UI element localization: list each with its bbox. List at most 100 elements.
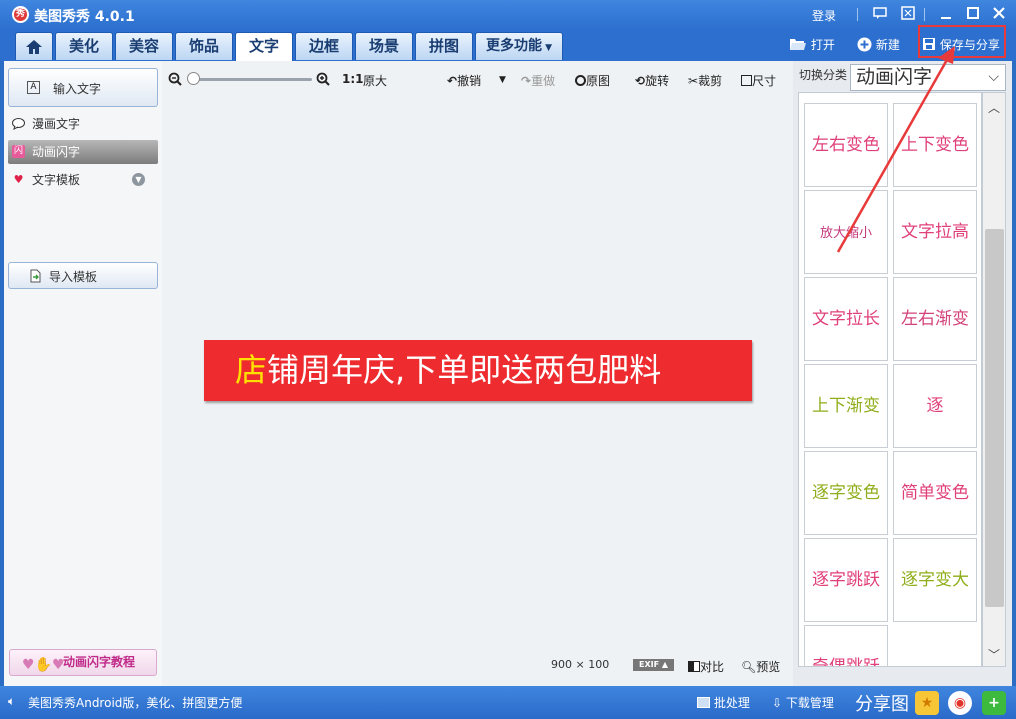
expand-icon[interactable]: ▼ xyxy=(132,173,145,186)
new-label: 新建 xyxy=(875,38,900,52)
effect-tile-label: 逐 xyxy=(926,396,944,416)
preview-button[interactable]: 🔍︎预览 xyxy=(741,658,780,675)
status-bar: 🔈︎ 美图秀秀Android版，美化、拼图更方便 批处理 ⇩ 下载管理 分享图 … xyxy=(0,686,1016,719)
banner-first-char: 店 xyxy=(235,351,268,389)
effect-tile-label: 上下渐变 xyxy=(812,396,880,416)
gallery-scrollbar[interactable]: ︿ ﹀ xyxy=(982,92,1006,667)
redo-icon: ↷ xyxy=(521,74,532,88)
tutorial-label: 动画闪字教程 xyxy=(63,655,136,669)
undo-button[interactable]: ↶撤销 xyxy=(447,72,481,89)
preview-icon: 🔍︎ xyxy=(741,660,757,674)
skin-icon[interactable] xyxy=(900,6,916,22)
compare-button[interactable]: 对比 xyxy=(688,658,724,675)
text-template-item[interactable]: ♥ 文字模板 ▼ xyxy=(8,168,158,192)
anim-text-icon: 闪 xyxy=(12,145,25,158)
effect-tile[interactable]: 逐字变色 xyxy=(804,451,888,535)
effect-tile-label: 左右渐变 xyxy=(901,309,969,329)
effect-tile[interactable]: 左右变色 xyxy=(804,103,888,187)
exif-button[interactable]: EXIF ▲ xyxy=(633,659,674,671)
scroll-up-icon[interactable]: ︿ xyxy=(988,99,1000,116)
comic-text-item[interactable]: 漫画文字 xyxy=(8,112,158,136)
anim-text-tutorial-button[interactable]: ♥︎✋♥︎ 动画闪字教程 xyxy=(9,649,157,676)
comic-text-label: 漫画文字 xyxy=(32,117,81,131)
batch-process-button[interactable]: 批处理 xyxy=(697,694,750,711)
app-logo-icon: 秀 xyxy=(12,6,29,23)
redo-label: 重做 xyxy=(531,74,556,88)
effect-tile[interactable]: 上下渐变 xyxy=(804,364,888,448)
tab-scene[interactable]: 场景 xyxy=(355,32,413,60)
canvas-image-banner[interactable]: 店铺周年庆,下单即送两包肥料 xyxy=(204,340,752,401)
effect-tile[interactable]: 放大缩小 xyxy=(804,190,888,274)
size-button[interactable]: 尺寸 xyxy=(741,72,776,89)
open-button[interactable]: 打开 xyxy=(789,36,835,53)
undo-dropdown-icon[interactable]: ▼ xyxy=(499,75,506,85)
effect-tile-label: 简单变色 xyxy=(901,483,969,503)
share-image-label: 分享图 xyxy=(855,694,909,715)
original-image-button[interactable]: 原图 xyxy=(575,72,610,89)
status-tip[interactable]: 美图秀秀Android版，美化、拼图更方便 xyxy=(28,694,242,711)
tab-more-features[interactable]: 更多功能 ▼ xyxy=(475,32,563,60)
import-template-label: 导入模板 xyxy=(49,270,98,284)
new-button[interactable]: 新建 xyxy=(857,36,900,53)
effect-tile[interactable]: 简单变色 xyxy=(893,451,977,535)
zoom-out-icon[interactable] xyxy=(168,72,182,89)
compare-label: 对比 xyxy=(700,660,725,674)
rotate-button[interactable]: ⟲旋转 xyxy=(635,72,669,89)
maximize-icon[interactable] xyxy=(965,6,981,22)
import-template-button[interactable]: 导入模板 xyxy=(8,262,158,289)
effect-tile[interactable]: 奇偶跳跃 xyxy=(804,625,888,666)
effect-tile-label: 放大缩小 xyxy=(819,226,872,241)
tab-collage[interactable]: 拼图 xyxy=(415,32,473,60)
more-features-label: 更多功能 xyxy=(485,38,542,54)
effect-tile[interactable]: 文字拉长 xyxy=(804,277,888,361)
zoom-in-icon[interactable] xyxy=(316,72,330,89)
effect-tile-label: 上下变色 xyxy=(901,135,969,155)
effect-tile-label: 左右变色 xyxy=(812,135,880,155)
weibo-icon[interactable]: ◉ xyxy=(948,691,972,715)
tab-frame[interactable]: 边框 xyxy=(295,32,353,60)
login-link[interactable]: 登录 xyxy=(812,7,836,24)
crop-button[interactable]: ✂裁剪 xyxy=(688,72,722,89)
effect-tile-label: 逐字变大 xyxy=(901,570,969,590)
effect-tile[interactable]: 逐 xyxy=(893,364,977,448)
scroll-down-icon[interactable]: ﹀ xyxy=(988,646,1000,663)
input-text-button[interactable]: A 输入文字 xyxy=(8,68,158,107)
folder-icon xyxy=(790,39,806,50)
anim-text-item[interactable]: 闪 动画闪字 xyxy=(8,140,158,164)
batch-label: 批处理 xyxy=(713,696,750,710)
tab-beautify[interactable]: 美化 xyxy=(55,32,113,60)
speaker-icon: 🔈︎ xyxy=(8,694,16,708)
tab-cosmetic[interactable]: 美容 xyxy=(115,32,173,60)
plus-circle-icon xyxy=(857,37,872,52)
download-label: 下载管理 xyxy=(785,696,834,710)
effect-tile[interactable]: 文字拉高 xyxy=(893,190,977,274)
text-template-label: 文字模板 xyxy=(32,173,81,187)
home-tab[interactable] xyxy=(15,32,53,60)
category-select[interactable]: 动画闪字 ⌵ xyxy=(850,64,1006,91)
minimize-icon[interactable] xyxy=(938,6,954,22)
preview-label: 预览 xyxy=(756,660,781,674)
effect-tile[interactable]: 上下变色 xyxy=(893,103,977,187)
message-icon[interactable] xyxy=(872,6,888,22)
original-size-button[interactable]: 原大 xyxy=(363,72,387,89)
effect-tile[interactable]: 左右渐变 xyxy=(893,277,977,361)
zoom-slider-track[interactable] xyxy=(190,78,312,81)
zoom-slider-handle[interactable] xyxy=(187,72,200,85)
download-manager-button[interactable]: ⇩ 下载管理 xyxy=(772,694,834,711)
qzone-star-icon[interactable]: ★ xyxy=(915,691,939,715)
import-icon xyxy=(29,269,42,286)
batch-icon xyxy=(697,697,710,708)
effect-tile[interactable]: 逐字跳跃 xyxy=(804,538,888,622)
rotate-label: 旋转 xyxy=(645,74,670,88)
add-share-icon[interactable]: + xyxy=(982,691,1006,715)
effect-tile[interactable]: 逐字变大 xyxy=(893,538,977,622)
title-bar: 秀 美图秀秀 4.0.1 登录 xyxy=(0,0,1016,30)
redo-button[interactable]: ↷重做 xyxy=(521,72,555,89)
image-dimensions: 900 × 100 xyxy=(551,658,610,671)
tab-text[interactable]: 文字 xyxy=(235,32,293,61)
tab-accessories[interactable]: 饰品 xyxy=(175,32,233,60)
close-icon[interactable] xyxy=(991,6,1007,22)
tab-bar: 美化 美容 饰品 文字 边框 场景 拼图 更多功能 ▼ 打开 新建 保存与分享 xyxy=(0,30,1016,61)
scroll-thumb[interactable] xyxy=(985,229,1004,607)
zoom-ratio[interactable]: 1:1 xyxy=(342,72,364,86)
